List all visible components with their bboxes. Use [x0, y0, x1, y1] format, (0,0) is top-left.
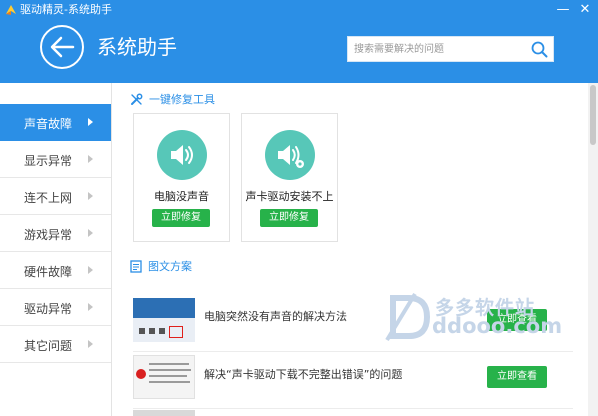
tool-card-no-sound: 电脑没声音 立即修复 — [133, 113, 230, 242]
fix-button[interactable]: 立即修复 — [152, 209, 210, 227]
tool-name: 声卡驱动安装不上 — [245, 190, 334, 203]
sidebar-item-label: 连不上网 — [24, 191, 73, 205]
app-logo-icon — [6, 5, 16, 15]
sidebar-item-driver[interactable]: 驱动异常 — [0, 289, 111, 326]
chevron-right-icon — [88, 118, 93, 126]
sidebar-item-label: 其它问题 — [24, 339, 73, 353]
wrench-icon — [131, 93, 143, 105]
tool-name: 电脑没声音 — [154, 190, 209, 203]
header: 驱动精灵-系统助手 — ✕ 系统助手 — [0, 0, 598, 83]
back-button[interactable] — [40, 25, 84, 69]
article-title[interactable]: 电脑突然没有声音的解决方法 — [204, 308, 347, 324]
search-box[interactable] — [347, 36, 554, 62]
article-thumbnail — [133, 410, 195, 416]
speaker-icon[interactable] — [157, 130, 207, 180]
sidebar-item-other[interactable]: 其它问题 — [0, 326, 111, 363]
sidebar-item-display[interactable]: 显示异常 — [0, 141, 111, 178]
tools-section-title: 一键修复工具 — [149, 93, 215, 106]
minimize-button[interactable]: — — [555, 2, 571, 18]
speaker-gear-icon[interactable] — [265, 130, 315, 180]
tool-card-driver-install: 声卡驱动安装不上 立即修复 — [241, 113, 338, 242]
fix-button[interactable]: 立即修复 — [260, 209, 318, 227]
view-button[interactable]: 立即查看 — [487, 366, 547, 388]
article-thumbnail — [133, 355, 195, 399]
search-icon[interactable] — [531, 41, 548, 58]
page-title: 系统助手 — [97, 35, 177, 59]
scrollbar[interactable] — [588, 83, 598, 416]
title-bar[interactable]: 驱动精灵-系统助手 — ✕ — [0, 0, 598, 20]
tools-section-header: 一键修复工具 — [130, 91, 215, 107]
close-button[interactable]: ✕ — [577, 2, 593, 18]
sidebar-divider — [111, 83, 112, 416]
docs-section-title: 图文方案 — [148, 260, 192, 273]
sidebar-item-game[interactable]: 游戏异常 — [0, 215, 111, 252]
sidebar-item-network[interactable]: 连不上网 — [0, 178, 111, 215]
arrow-left-icon — [50, 36, 75, 58]
article-thumbnail — [133, 298, 195, 342]
chevron-right-icon — [88, 192, 93, 200]
chevron-right-icon — [88, 229, 93, 237]
document-icon — [130, 259, 142, 273]
list-item[interactable]: 电脑突然没有声音的解决方法 立即查看 — [133, 296, 573, 352]
sidebar-item-label: 游戏异常 — [24, 228, 73, 242]
sidebar: 声音故障 显示异常 连不上网 游戏异常 硬件故障 驱动异常 其它问题 — [0, 104, 111, 363]
sidebar-item-sound[interactable]: 声音故障 — [0, 104, 111, 141]
chevron-right-icon — [88, 340, 93, 348]
list-item[interactable]: 解决“声卡驱动下载不完整出错误”的问题 立即查看 — [133, 353, 573, 409]
search-input[interactable] — [348, 37, 526, 61]
chevron-right-icon — [88, 266, 93, 274]
chevron-right-icon — [88, 155, 93, 163]
sidebar-item-label: 驱动异常 — [24, 302, 73, 316]
sidebar-item-label: 显示异常 — [24, 154, 73, 168]
chevron-right-icon — [88, 303, 93, 311]
sidebar-item-hardware[interactable]: 硬件故障 — [0, 252, 111, 289]
sidebar-item-label: 硬件故障 — [24, 265, 73, 279]
docs-section-header: 图文方案 — [130, 258, 192, 274]
view-button[interactable]: 立即查看 — [487, 309, 547, 331]
scroll-thumb[interactable] — [590, 85, 596, 145]
window-title: 驱动精灵-系统助手 — [20, 3, 112, 16]
article-title[interactable]: 解决“声卡驱动下载不完整出错误”的问题 — [204, 366, 402, 382]
sidebar-item-label: 声音故障 — [24, 117, 73, 131]
